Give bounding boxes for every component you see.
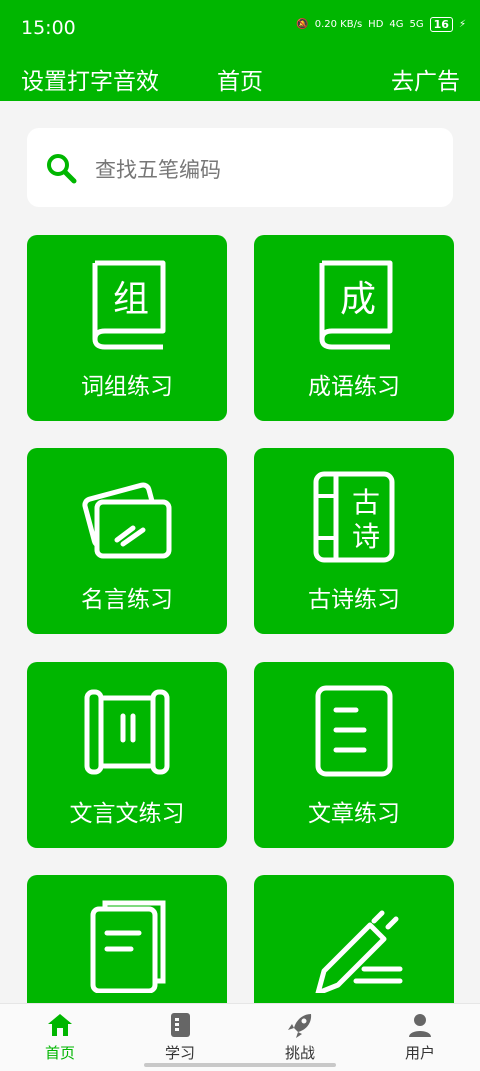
search-box[interactable]: 查找五笔编码 (27, 128, 453, 207)
nav-home[interactable]: 首页 (20, 1012, 100, 1063)
nav-study[interactable]: 学习 (140, 1012, 220, 1063)
nav-label: 首页 (44, 1044, 75, 1062)
rocket-icon (288, 1014, 312, 1038)
signal-4g: 4G (389, 19, 404, 30)
pencil-icon (315, 910, 403, 993)
remove-ads-button[interactable]: 去广告 (391, 62, 460, 96)
card-poem-practice[interactable]: 古 诗 古诗练习 (254, 448, 454, 634)
nav-user[interactable]: 用户 (380, 1012, 460, 1063)
status-icons: 🔕 0.20 KB/s HD 4G 5G 16 ⚡ (296, 17, 466, 32)
card-label: 文言文练习 (69, 801, 185, 827)
scroll-gushi-icon: 古 诗 (313, 471, 395, 563)
sound-settings-button[interactable]: 设置打字音效 (21, 62, 159, 96)
card-quote-practice[interactable]: 名言练习 (27, 448, 227, 634)
hd-badge: HD (368, 19, 384, 30)
card-article-practice[interactable]: 文章练习 (254, 662, 454, 848)
status-bar: 15:00 🔕 0.20 KB/s HD 4G 5G 16 ⚡ (0, 0, 480, 54)
charging-icon: ⚡ (458, 19, 466, 30)
search-icon (47, 154, 77, 184)
card-label: 文章练习 (308, 801, 400, 827)
user-icon (409, 1014, 431, 1037)
book-cheng-icon: 成 (319, 260, 393, 350)
notebook-icon (90, 900, 166, 993)
cards-icon (82, 482, 172, 559)
book-zu-icon: 组 (92, 260, 166, 350)
card-classical-practice[interactable]: 文言文练习 (27, 662, 227, 848)
nav-label: 挑战 (284, 1044, 315, 1062)
nav-label: 用户 (404, 1044, 435, 1062)
card-label: 词组练习 (81, 374, 173, 400)
top-app-bar: 设置打字音效 首页 去广告 (0, 54, 480, 101)
page-title: 首页 (217, 69, 263, 95)
card-idiom-practice[interactable]: 成 成语练习 (254, 235, 454, 421)
signal-5g: 5G (409, 19, 424, 30)
study-icon (171, 1013, 190, 1037)
card-label: 成语练习 (308, 374, 400, 400)
nav-label: 学习 (164, 1044, 195, 1062)
network-speed: 0.20 KB/s (314, 19, 363, 30)
svg-text:古: 古 (352, 486, 380, 519)
battery-level: 16 (429, 17, 453, 32)
card-label: 古诗练习 (308, 587, 400, 613)
svg-text:组: 组 (113, 279, 149, 320)
card-label: 名言练习 (81, 587, 173, 613)
scroll-icon (84, 689, 170, 775)
nav-challenge[interactable]: 挑战 (260, 1012, 340, 1063)
card-phrase-practice[interactable]: 组 词组练习 (27, 235, 227, 421)
search-placeholder: 查找五笔编码 (95, 158, 221, 182)
status-time: 15:00 (21, 17, 76, 39)
mute-icon: 🔕 (296, 19, 309, 30)
gesture-bar[interactable] (144, 1063, 336, 1067)
svg-text:诗: 诗 (352, 520, 380, 553)
svg-text:成: 成 (340, 279, 376, 320)
bottom-navigation: 首页 学习 挑战 用户 (0, 1003, 480, 1071)
document-icon (315, 685, 393, 777)
home-icon (48, 1014, 72, 1036)
